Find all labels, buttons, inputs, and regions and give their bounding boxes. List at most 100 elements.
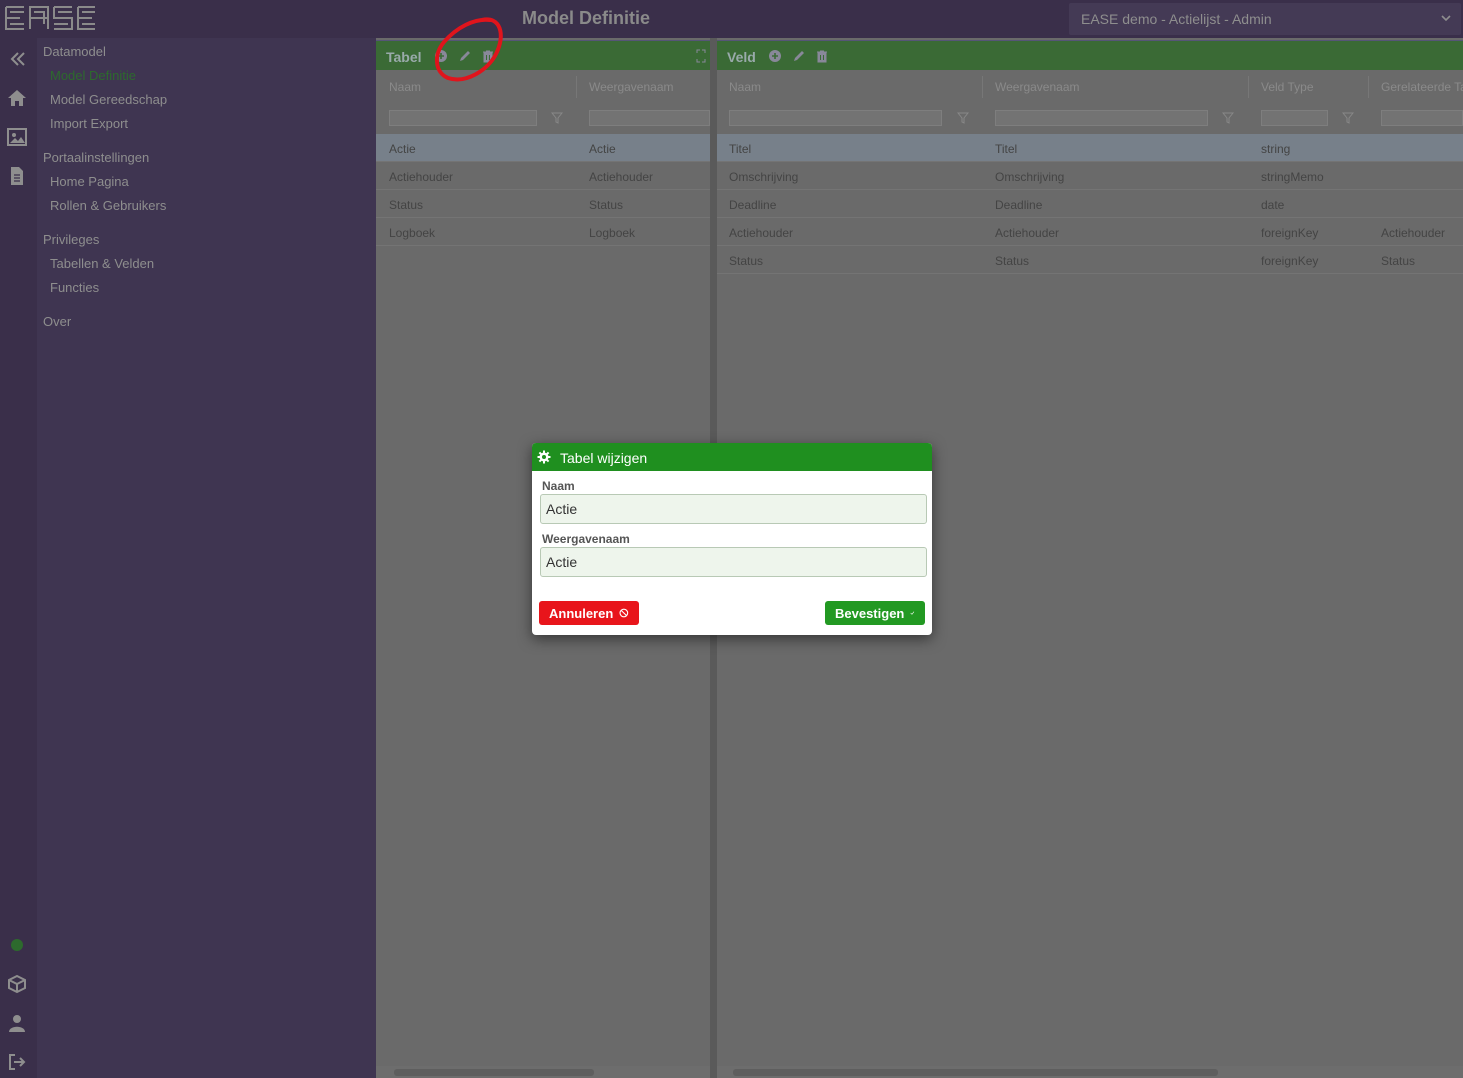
cell-veld-type: string [1261, 142, 1291, 156]
cell-veld-type: foreignKey [1261, 226, 1319, 240]
cell-veld-type: foreignKey [1261, 254, 1319, 268]
col-head-weergavenaam[interactable]: Weergavenaam [589, 80, 674, 94]
cell-veld-type: stringMemo [1261, 170, 1324, 184]
filter-weergavenaam-input[interactable] [589, 110, 710, 126]
cell-weergavenaam: Status [995, 254, 1030, 268]
filter-icon[interactable] [551, 112, 563, 124]
table-panel-title: Tabel [386, 49, 422, 65]
col-head-gerelateerde-tabel[interactable]: Gerelateerde Ta [1381, 80, 1463, 94]
cell-gerelateerde: Status [1381, 254, 1416, 268]
cell-veld-type: date [1261, 198, 1285, 212]
filter-veld-type-input[interactable] [1261, 110, 1328, 126]
top-bar: Model Definitie EASE demo - Actielijst -… [0, 0, 1463, 38]
col-separator [1368, 76, 1369, 98]
add-icon[interactable] [768, 49, 782, 63]
sidebar-item-functies[interactable]: Functies [50, 280, 99, 295]
cell-naam: Actie [389, 142, 416, 156]
weergavenaam-label: Weergavenaam [542, 532, 630, 546]
confirm-button[interactable]: Bevestigen [825, 601, 925, 625]
cell-naam: Status [729, 254, 764, 268]
image-icon[interactable] [6, 126, 28, 148]
col-separator [576, 76, 577, 98]
cell-naam: Status [389, 198, 424, 212]
col-head-veld-type[interactable]: Veld Type [1261, 80, 1314, 94]
icon-rail [0, 38, 37, 1078]
table-row[interactable]: Deadline Deadline date [717, 190, 1463, 218]
col-head-naam[interactable]: Naam [389, 80, 421, 94]
page-title: Model Definitie [522, 8, 651, 28]
ease-logo[interactable] [4, 4, 96, 32]
field-panel-title: Veld [727, 49, 756, 65]
cell-weergavenaam: Titel [995, 142, 1018, 156]
cell-weergavenaam: Actie [589, 142, 616, 156]
cell-weergavenaam: Status [589, 198, 624, 212]
filter-icon[interactable] [1342, 112, 1354, 124]
table-row[interactable]: Titel Titel string [717, 134, 1463, 162]
weergavenaam-input[interactable] [540, 547, 927, 577]
sidebar-item-import-export[interactable]: Import Export [50, 116, 128, 131]
table-row[interactable]: Actie Actie [376, 134, 710, 162]
nav-group-portaalinstellingen[interactable]: Portaalinstellingen [43, 150, 149, 165]
naam-input[interactable] [540, 494, 927, 524]
col-separator [982, 76, 983, 98]
cell-gerelateerde: Actiehouder [1381, 226, 1446, 240]
cancel-button-label: Annuleren [549, 605, 614, 621]
table-row[interactable]: Status Status foreignKey Status [717, 246, 1463, 274]
collapse-icon[interactable] [6, 48, 28, 70]
table-row[interactable]: Actiehouder Actiehouder [376, 162, 710, 190]
filter-naam-input[interactable] [729, 110, 942, 126]
cell-weergavenaam: Deadline [995, 198, 1043, 212]
chevron-down-icon [1441, 15, 1451, 22]
sidebar-item-tabellen-velden[interactable]: Tabellen & Velden [50, 256, 154, 271]
table-row[interactable]: Omschrijving Omschrijving stringMemo [717, 162, 1463, 190]
horizontal-scrollbar[interactable] [717, 1066, 1463, 1078]
sidebar-item-home-pagina[interactable]: Home Pagina [50, 174, 129, 189]
home-icon[interactable] [6, 87, 28, 109]
col-head-naam[interactable]: Naam [729, 80, 761, 94]
annotation-circle [435, 17, 503, 82]
nav-group-datamodel[interactable]: Datamodel [43, 44, 106, 59]
filter-naam-input[interactable] [389, 110, 537, 126]
col-head-weergavenaam[interactable]: Weergavenaam [995, 80, 1080, 94]
gear-icon [537, 450, 551, 464]
status-dot-icon [11, 939, 23, 951]
cancel-button[interactable]: Annuleren [539, 601, 639, 625]
horizontal-scrollbar[interactable] [376, 1066, 710, 1078]
dialog-header: Tabel wijzigen [532, 443, 932, 471]
table-row[interactable]: Actiehouder Actiehouder foreignKey Actie… [717, 218, 1463, 246]
field-panel-header: Veld [717, 40, 1463, 70]
filter-icon[interactable] [957, 112, 969, 124]
sidebar-item-rollen-gebruikers[interactable]: Rollen & Gebruikers [50, 198, 166, 213]
col-separator [1248, 76, 1249, 98]
expand-icon[interactable] [696, 49, 706, 63]
delete-icon[interactable] [815, 49, 829, 63]
cell-naam: Omschrijving [729, 170, 799, 184]
table-row[interactable]: Logboek Logboek [376, 218, 710, 246]
dialog-title: Tabel wijzigen [560, 450, 648, 466]
filter-weergavenaam-input[interactable] [995, 110, 1208, 126]
ban-icon [619, 608, 629, 618]
cell-weergavenaam: Logboek [589, 226, 636, 240]
filter-gerelateerde-input[interactable] [1381, 110, 1463, 126]
naam-label: Naam [542, 479, 575, 493]
scrollbar-thumb[interactable] [733, 1069, 1218, 1076]
app-select-value: EASE demo - Actielijst - Admin [1081, 11, 1272, 27]
edit-icon[interactable] [792, 49, 806, 63]
cell-weergavenaam: Omschrijving [995, 170, 1065, 184]
package-icon[interactable] [6, 973, 28, 995]
confirm-button-label: Bevestigen [835, 605, 905, 621]
table-row[interactable]: Status Status [376, 190, 710, 218]
sidebar-item-model-definitie[interactable]: Model Definitie [50, 68, 136, 83]
nav-group-over[interactable]: Over [43, 314, 71, 329]
document-icon[interactable] [6, 165, 28, 187]
app-select[interactable]: EASE demo - Actielijst - Admin [1069, 3, 1461, 35]
scrollbar-thumb[interactable] [394, 1069, 594, 1076]
sidebar-item-model-gereedschap[interactable]: Model Gereedschap [50, 92, 167, 107]
logout-icon[interactable] [6, 1051, 28, 1073]
cell-weergavenaam: Actiehouder [995, 226, 1060, 240]
sidebar: Datamodel Model Definitie Model Gereedsc… [37, 38, 376, 1078]
user-icon[interactable] [6, 1012, 28, 1034]
filter-icon[interactable] [1222, 112, 1234, 124]
nav-group-privileges[interactable]: Privileges [43, 232, 99, 247]
cell-naam: Logboek [389, 226, 436, 240]
